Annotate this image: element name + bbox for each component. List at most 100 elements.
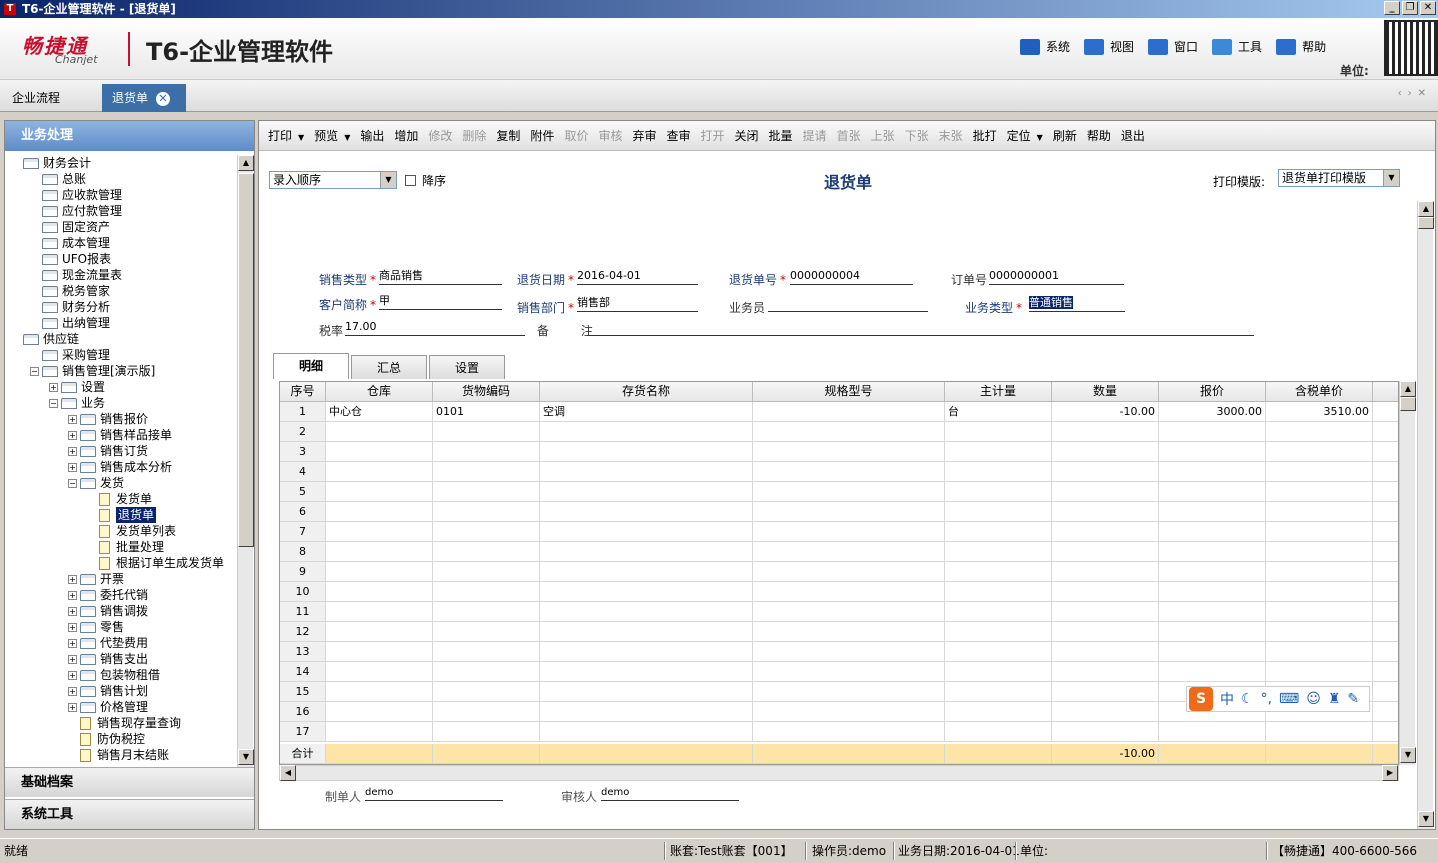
grid-scroll-down-button[interactable]: ▼	[1400, 747, 1416, 763]
grid-cell[interactable]	[1373, 562, 1398, 582]
grid-cell[interactable]	[945, 522, 1052, 542]
grid-cell[interactable]: 0101	[433, 402, 540, 422]
grid-cell[interactable]	[1266, 442, 1373, 462]
grid-cell[interactable]	[1159, 642, 1266, 662]
grid-cell[interactable]	[753, 642, 945, 662]
grid-cell[interactable]	[1373, 402, 1398, 422]
grid-cell[interactable]	[1266, 722, 1373, 742]
grid-cell[interactable]	[1052, 642, 1159, 662]
grid-cell[interactable]: 3000.00	[1159, 402, 1266, 422]
grid-cell[interactable]	[433, 542, 540, 562]
toolbar-button[interactable]: 定位 ▼	[1002, 121, 1048, 151]
grid-cell[interactable]	[945, 602, 1052, 622]
table-row[interactable]: 5	[280, 482, 1398, 502]
tree-node[interactable]: 发货单	[87, 491, 152, 507]
section-system-tools[interactable]: 系统工具	[5, 799, 254, 829]
skin-shirt-icon[interactable]: ♜	[1328, 691, 1341, 707]
grid-cell[interactable]	[1052, 562, 1159, 582]
grid-cell[interactable]	[540, 744, 753, 764]
ime-mode[interactable]: 中	[1220, 689, 1234, 709]
grid-cell[interactable]	[1052, 622, 1159, 642]
table-row[interactable]: 17	[280, 722, 1398, 742]
tree-node[interactable]: − 发货	[68, 475, 124, 491]
grid-cell[interactable]	[1266, 602, 1373, 622]
grid-cell[interactable]	[1266, 662, 1373, 682]
tree-node[interactable]: 批量处理	[87, 539, 164, 555]
grid-cell[interactable]	[326, 642, 433, 662]
grid-cell[interactable]	[433, 702, 540, 722]
grid-cell[interactable]	[540, 702, 753, 722]
expand-icon[interactable]: +	[68, 574, 77, 584]
grid-cell[interactable]	[433, 722, 540, 742]
tree-node[interactable]: 根据订单生成发货单	[87, 555, 224, 571]
grid-cell[interactable]	[1052, 602, 1159, 622]
grid-cell[interactable]	[945, 482, 1052, 502]
scroll-down-button[interactable]: ▼	[238, 749, 254, 765]
toolbar-button[interactable]: 帮助	[1082, 121, 1116, 151]
collapse-icon[interactable]: −	[68, 478, 77, 488]
toolbar-button[interactable]: 首张	[832, 121, 866, 151]
toolbar-button[interactable]: 修改	[423, 121, 457, 151]
grid-cell[interactable]	[433, 522, 540, 542]
grid-cell[interactable]: 中心仓	[326, 402, 433, 422]
toolbar-button[interactable]: 打开	[696, 121, 730, 151]
tree-scrollbar[interactable]: ▲ ▼	[237, 155, 254, 767]
form-scroll-up-button[interactable]: ▲	[1418, 201, 1434, 217]
form-scroll-down-button[interactable]: ▼	[1418, 811, 1434, 827]
toolbar-button[interactable]: 提请	[798, 121, 832, 151]
grid-cell[interactable]	[1373, 622, 1398, 642]
tree-node[interactable]: 税务管家	[30, 283, 110, 299]
grid-cell[interactable]	[1159, 482, 1266, 502]
grid-cell[interactable]	[540, 502, 753, 522]
grid-cell[interactable]	[1373, 482, 1398, 502]
grid-cell[interactable]	[1266, 462, 1373, 482]
grid-cell[interactable]	[326, 722, 433, 742]
expand-icon[interactable]: +	[68, 622, 77, 632]
form-scrollbar[interactable]: ▲ ▼	[1417, 201, 1434, 829]
grid-cell[interactable]	[945, 622, 1052, 642]
tree-node[interactable]: + 销售样品接单	[68, 427, 172, 443]
grid-cell[interactable]	[1159, 562, 1266, 582]
grid-vscrollbar[interactable]: ▲ ▼	[1399, 381, 1416, 765]
table-row[interactable]: 10	[280, 582, 1398, 602]
grid-cell[interactable]	[1266, 482, 1373, 502]
halfwidth-moon-icon[interactable]: ☾	[1241, 691, 1254, 707]
grid-cell[interactable]	[540, 522, 753, 542]
tree-node[interactable]: 供应链	[11, 331, 79, 347]
grid-cell[interactable]	[945, 662, 1052, 682]
toolbar-button[interactable]: 上张	[866, 121, 900, 151]
grid-cell[interactable]	[540, 562, 753, 582]
toolbar-button[interactable]: 退出	[1116, 121, 1150, 151]
minimize-button[interactable]: _	[1384, 1, 1400, 15]
grid-cell[interactable]	[433, 602, 540, 622]
tree-node[interactable]: + 代垫费用	[68, 635, 148, 651]
expand-icon[interactable]: +	[68, 462, 77, 472]
table-row[interactable]: 11	[280, 602, 1398, 622]
grid-cell[interactable]	[1052, 522, 1159, 542]
tab-nav-arrows[interactable]: ‹›✕	[1398, 88, 1432, 99]
grid-cell[interactable]	[1159, 502, 1266, 522]
punctuation-icon[interactable]: °,	[1261, 691, 1272, 707]
grid-cell[interactable]	[1266, 744, 1373, 764]
tree-node[interactable]: + 销售订货	[68, 443, 148, 459]
grid-cell[interactable]	[753, 462, 945, 482]
expand-icon[interactable]: +	[68, 638, 77, 648]
grid-cell[interactable]	[945, 582, 1052, 602]
grid-cell[interactable]	[433, 682, 540, 702]
grid-cell[interactable]	[945, 744, 1052, 764]
grid-cell[interactable]	[1159, 622, 1266, 642]
table-row[interactable]: 6	[280, 502, 1398, 522]
grid-cell[interactable]	[1373, 582, 1398, 602]
tree-node[interactable]: + 价格管理	[68, 699, 148, 715]
grid-cell[interactable]	[433, 562, 540, 582]
form-scroll-thumb[interactable]	[1418, 217, 1434, 229]
table-row[interactable]: 12	[280, 622, 1398, 642]
tree-node[interactable]: + 销售报价	[68, 411, 148, 427]
grid-cell[interactable]	[433, 422, 540, 442]
grid-cell[interactable]	[1373, 744, 1398, 764]
grid-cell[interactable]	[753, 722, 945, 742]
grid-cell[interactable]	[1052, 662, 1159, 682]
grid-scroll-left-button[interactable]: ◀	[280, 765, 296, 781]
expand-icon[interactable]: +	[68, 446, 77, 456]
toolbar-button[interactable]: 关闭	[730, 121, 764, 151]
